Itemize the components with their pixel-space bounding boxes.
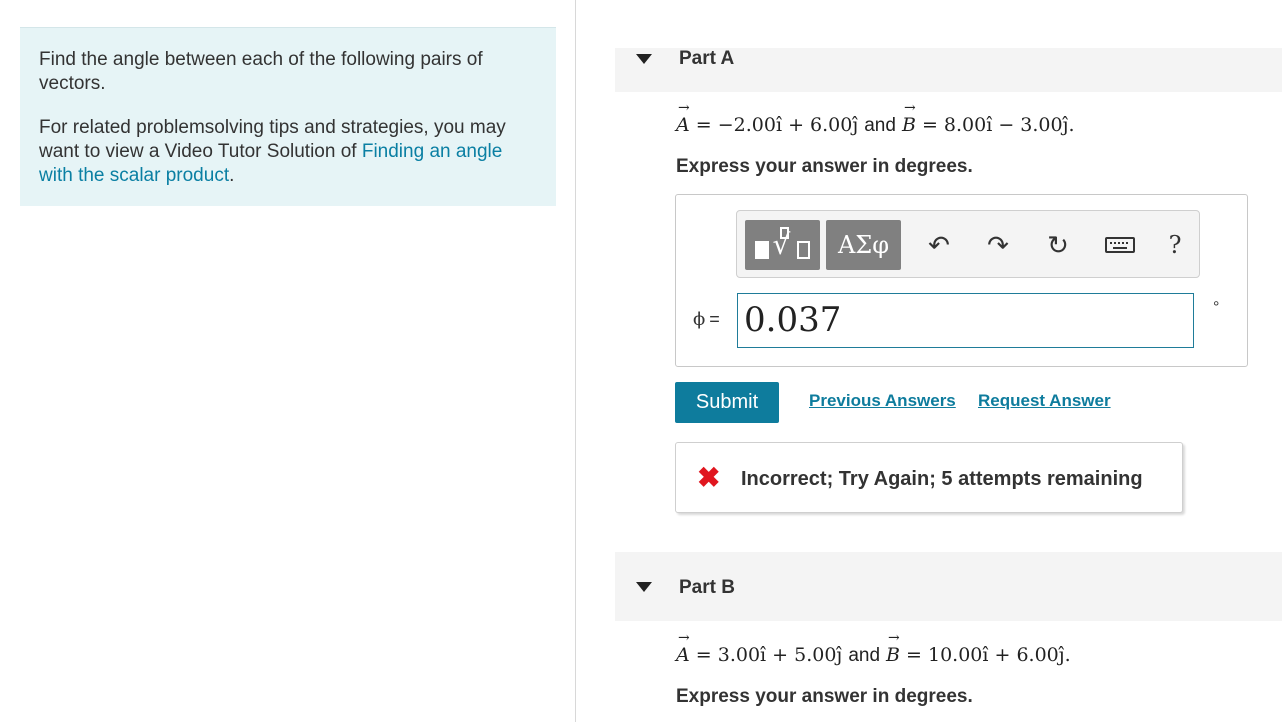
undo-icon[interactable]: ↶: [919, 225, 959, 265]
intro-tips-suffix: .: [229, 165, 235, 186]
intro-text: Find the angle between each of the follo…: [39, 49, 483, 94]
submit-button[interactable]: Submit: [675, 382, 779, 423]
vector-b-expression: = 8.00î − 3.00ĵ.: [915, 114, 1075, 136]
part-a-instruction: Express your answer in degrees.: [676, 156, 973, 177]
phi-symbol: ϕ: [693, 309, 706, 330]
intro-panel: Find the angle between each of the follo…: [20, 27, 556, 206]
part-b-instruction: Express your answer in degrees.: [676, 686, 973, 707]
vector-b-symbol: B: [902, 100, 916, 136]
keyboard-icon: [1105, 237, 1135, 253]
and-text: and: [864, 115, 896, 136]
answer-input[interactable]: 0.037: [737, 293, 1194, 348]
collapse-caret-icon[interactable]: [636, 54, 652, 64]
vector-b-symbol: B: [886, 630, 900, 666]
previous-answers-link[interactable]: Previous Answers: [809, 391, 956, 411]
redo-icon[interactable]: ↷: [978, 225, 1018, 265]
part-a-header[interactable]: Part A: [615, 48, 1282, 92]
equals-sign: =: [709, 309, 720, 329]
vector-a-expression: = −2.00î + 6.00ĵ: [689, 114, 859, 136]
templates-button[interactable]: √: [745, 220, 820, 270]
answer-box: √ ΑΣφ ↶ ↷ ↻ ? ϕ = 0.037 °: [675, 194, 1248, 367]
part-b-title: Part B: [679, 577, 735, 598]
help-button[interactable]: ?: [1155, 225, 1195, 265]
part-b-statement: A = 3.00î + 5.00ĵandB = 10.00î + 6.00ĵ.: [676, 630, 1071, 667]
vector-a-expression: = 3.00î + 5.00ĵ: [689, 644, 843, 666]
degree-unit: °: [1213, 299, 1220, 316]
feedback-box: ✖ Incorrect; Try Again; 5 attempts remai…: [675, 442, 1183, 513]
templates-icon: √: [753, 227, 813, 263]
vector-a-symbol: A: [676, 100, 690, 136]
feedback-text: Incorrect; Try Again; 5 attempts remaini…: [741, 468, 1143, 490]
part-b-header[interactable]: Part B: [615, 552, 1282, 621]
incorrect-x-icon: ✖: [697, 462, 721, 493]
answer-variable-label: ϕ =: [693, 309, 720, 330]
request-answer-link[interactable]: Request Answer: [978, 391, 1111, 411]
part-a-statement: A = −2.00î + 6.00ĵand B = 8.00î − 3.00ĵ.: [676, 100, 1075, 137]
reset-icon[interactable]: ↻: [1038, 225, 1078, 265]
math-toolbar: √ ΑΣφ ↶ ↷ ↻ ?: [736, 210, 1200, 278]
keyboard-shortcuts-button[interactable]: [1096, 225, 1144, 265]
vector-b-expression: = 10.00î + 6.00ĵ.: [899, 644, 1071, 666]
part-a-title: Part A: [679, 48, 735, 69]
vector-a-symbol: A: [676, 630, 690, 666]
collapse-caret-icon[interactable]: [636, 582, 652, 592]
and-text: and: [848, 645, 881, 666]
intro-tips: For related problemsolving tips and stra…: [39, 116, 537, 188]
column-divider: [575, 0, 576, 722]
greek-symbols-button[interactable]: ΑΣφ: [826, 220, 901, 270]
